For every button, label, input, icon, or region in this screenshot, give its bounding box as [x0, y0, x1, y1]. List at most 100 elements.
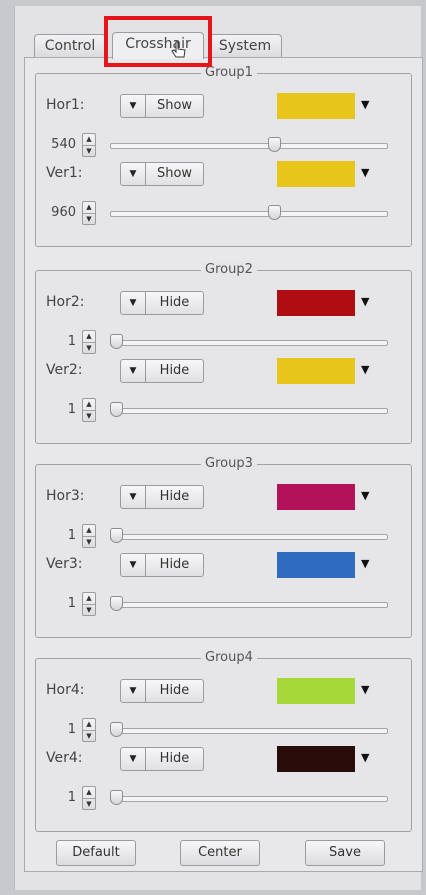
- slider-thumb[interactable]: [110, 722, 123, 737]
- highlight-box: [104, 16, 212, 67]
- chevron-down-icon[interactable]: ▼: [120, 485, 146, 509]
- dropdown-arrow-icon[interactable]: ▼: [361, 295, 369, 308]
- slider-track[interactable]: [110, 211, 388, 217]
- dropdown-arrow-icon[interactable]: ▼: [361, 751, 369, 764]
- value-spinner[interactable]: ▲ ▼: [82, 718, 96, 742]
- value-field[interactable]: 1: [44, 402, 76, 417]
- group-title: Group4: [201, 650, 257, 666]
- spin-up-icon[interactable]: ▲: [83, 134, 95, 145]
- color-swatch[interactable]: [277, 358, 355, 384]
- group-3: Group3 Hor3: ▼ Hide ▼ 1 ▲ ▼ Ver3: ▼ Hide ▼ 1 ▲ ▼: [35, 456, 412, 638]
- spin-up-icon[interactable]: ▲: [83, 331, 95, 342]
- group-2: Group2 Hor2: ▼ Hide ▼ 1 ▲ ▼ Ver2: ▼ Hide ▼ 1 ▲ ▼: [35, 262, 412, 444]
- visibility-toggle-button[interactable]: Hide: [146, 747, 204, 771]
- row-label: Ver4:: [46, 750, 83, 766]
- visibility-toggle-button[interactable]: Hide: [146, 679, 204, 703]
- chevron-down-icon[interactable]: ▼: [120, 359, 146, 383]
- row-label: Hor1:: [46, 97, 85, 113]
- spin-down-icon[interactable]: ▼: [83, 342, 95, 354]
- chevron-down-icon[interactable]: ▼: [120, 747, 146, 771]
- spin-down-icon[interactable]: ▼: [83, 604, 95, 616]
- group-title: Group2: [201, 262, 257, 278]
- slider-thumb[interactable]: [268, 137, 282, 152]
- spin-down-icon[interactable]: ▼: [83, 145, 95, 157]
- spin-down-icon[interactable]: ▼: [83, 536, 95, 548]
- visibility-toggle-button[interactable]: Show: [146, 94, 204, 118]
- value-spinner[interactable]: ▲ ▼: [82, 524, 96, 548]
- color-swatch[interactable]: [277, 93, 355, 119]
- value-spinner[interactable]: ▲ ▼: [82, 592, 96, 616]
- dropdown-arrow-icon[interactable]: ▼: [361, 489, 369, 502]
- value-field[interactable]: 540: [44, 137, 76, 152]
- row-label: Hor3:: [46, 488, 85, 504]
- slider-thumb[interactable]: [110, 402, 123, 417]
- slider-track[interactable]: [110, 408, 388, 414]
- color-swatch[interactable]: [277, 484, 355, 510]
- row-label: Hor2:: [46, 294, 85, 310]
- spin-up-icon[interactable]: ▲: [83, 202, 95, 213]
- chevron-down-icon[interactable]: ▼: [120, 291, 146, 315]
- color-swatch[interactable]: [277, 161, 355, 187]
- slider-track[interactable]: [110, 602, 388, 608]
- dropdown-arrow-icon[interactable]: ▼: [361, 683, 369, 696]
- slider-thumb[interactable]: [110, 790, 123, 805]
- slider-thumb[interactable]: [268, 205, 282, 220]
- spin-up-icon[interactable]: ▲: [83, 593, 95, 604]
- chevron-down-icon[interactable]: ▼: [120, 679, 146, 703]
- value-spinner[interactable]: ▲ ▼: [82, 133, 96, 157]
- slider-thumb[interactable]: [110, 334, 123, 349]
- spin-down-icon[interactable]: ▼: [83, 410, 95, 422]
- tab-system[interactable]: System: [208, 34, 282, 57]
- group-title: Group1: [201, 65, 257, 81]
- value-spinner[interactable]: ▲ ▼: [82, 786, 96, 810]
- chevron-down-icon[interactable]: ▼: [120, 94, 146, 118]
- value-field[interactable]: 1: [44, 790, 76, 805]
- visibility-toggle-button[interactable]: Hide: [146, 553, 204, 577]
- spin-up-icon[interactable]: ▲: [83, 525, 95, 536]
- value-field[interactable]: 1: [44, 334, 76, 349]
- slider-track[interactable]: [110, 143, 388, 149]
- chevron-down-icon[interactable]: ▼: [120, 162, 146, 186]
- color-swatch[interactable]: [277, 552, 355, 578]
- visibility-toggle-button[interactable]: Hide: [146, 485, 204, 509]
- dropdown-arrow-icon[interactable]: ▼: [361, 363, 369, 376]
- slider-thumb[interactable]: [110, 528, 123, 543]
- color-swatch[interactable]: [277, 290, 355, 316]
- slider-thumb[interactable]: [110, 596, 123, 611]
- dropdown-arrow-icon[interactable]: ▼: [361, 557, 369, 570]
- color-swatch[interactable]: [277, 746, 355, 772]
- slider-track[interactable]: [110, 796, 388, 802]
- dropdown-arrow-icon[interactable]: ▼: [361, 98, 369, 111]
- spin-down-icon[interactable]: ▼: [83, 730, 95, 742]
- value-field[interactable]: 1: [44, 722, 76, 737]
- row-label: Ver1:: [46, 165, 83, 181]
- value-spinner[interactable]: ▲ ▼: [82, 330, 96, 354]
- value-field[interactable]: 1: [44, 528, 76, 543]
- center-button[interactable]: Center: [180, 840, 260, 866]
- visibility-toggle-button[interactable]: Hide: [146, 359, 204, 383]
- row-label: Hor4:: [46, 682, 85, 698]
- visibility-toggle-button[interactable]: Hide: [146, 291, 204, 315]
- slider-track[interactable]: [110, 534, 388, 540]
- tab-control[interactable]: Control: [34, 34, 106, 57]
- group-1: Group1 Hor1: ▼ Show ▼ 540 ▲ ▼ Ver1: ▼ Show ▼ 960 ▲ ▼: [35, 65, 412, 247]
- slider-track[interactable]: [110, 340, 388, 346]
- save-button[interactable]: Save: [305, 840, 385, 866]
- value-field[interactable]: 960: [44, 205, 76, 220]
- spin-up-icon[interactable]: ▲: [83, 719, 95, 730]
- spin-up-icon[interactable]: ▲: [83, 787, 95, 798]
- value-field[interactable]: 1: [44, 596, 76, 611]
- chevron-down-icon[interactable]: ▼: [120, 553, 146, 577]
- spin-down-icon[interactable]: ▼: [83, 213, 95, 225]
- slider-track[interactable]: [110, 728, 388, 734]
- spin-up-icon[interactable]: ▲: [83, 399, 95, 410]
- group-title: Group3: [201, 456, 257, 472]
- spin-down-icon[interactable]: ▼: [83, 798, 95, 810]
- visibility-toggle-button[interactable]: Show: [146, 162, 204, 186]
- color-swatch[interactable]: [277, 678, 355, 704]
- default-button[interactable]: Default: [56, 840, 136, 866]
- value-spinner[interactable]: ▲ ▼: [82, 201, 96, 225]
- dropdown-arrow-icon[interactable]: ▼: [361, 166, 369, 179]
- value-spinner[interactable]: ▲ ▼: [82, 398, 96, 422]
- hand-cursor-icon: [171, 41, 186, 58]
